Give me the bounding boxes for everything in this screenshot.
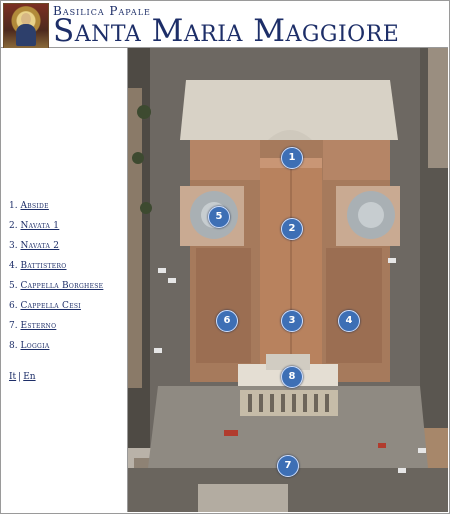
map-marker-8[interactable]: 8	[281, 366, 303, 388]
language-separator: |	[18, 372, 22, 382]
menu-item-number: 4.	[9, 261, 18, 271]
menu-item-cappella-cesi: 6. Cappella Cesi	[9, 301, 103, 321]
menu-item-battistero: 4. Battistero	[9, 261, 103, 281]
map-marker-7[interactable]: 7	[277, 455, 299, 477]
menu-link-cappella-borghese[interactable]: Cappella Borghese	[20, 281, 103, 291]
menu-item-navata-2: 3. Navata 2	[9, 241, 103, 261]
menu-item-esterno: 7. Esterno	[9, 321, 103, 341]
basilica-logo	[3, 3, 49, 49]
menu-link-loggia[interactable]: Loggia	[20, 341, 49, 351]
header: Basilica Papale Santa Maria Maggiore	[1, 1, 448, 49]
map-marker-3[interactable]: 3	[281, 310, 303, 332]
location-menu: 1. Abside 2. Navata 1 3. Navata 2 4. Bat…	[9, 201, 103, 361]
menu-link-navata-2[interactable]: Navata 2	[20, 241, 59, 251]
map-marker-6[interactable]: 6	[216, 310, 238, 332]
aerial-map: 1 2 3 4 5 6 7 8	[128, 48, 448, 512]
menu-item-number: 8.	[9, 341, 18, 351]
page-title: Santa Maria Maggiore	[53, 13, 400, 49]
menu-item-number: 3.	[9, 241, 18, 251]
menu-item-number: 7.	[9, 321, 18, 331]
menu-link-navata-1[interactable]: Navata 1	[20, 221, 59, 231]
menu-link-cappella-cesi[interactable]: Cappella Cesi	[20, 301, 80, 311]
menu-link-abside[interactable]: Abside	[20, 201, 48, 211]
language-switcher: It | En	[9, 372, 36, 382]
map-marker-1[interactable]: 1	[281, 147, 303, 169]
menu-item-number: 6.	[9, 301, 18, 311]
language-en-link[interactable]: En	[23, 372, 35, 382]
menu-item-navata-1: 2. Navata 1	[9, 221, 103, 241]
menu-link-battistero[interactable]: Battistero	[20, 261, 66, 271]
menu-item-number: 2.	[9, 221, 18, 231]
menu-item-cappella-borghese: 5. Cappella Borghese	[9, 281, 103, 301]
menu-item-loggia: 8. Loggia	[9, 341, 103, 361]
aerial-photo	[128, 48, 448, 512]
menu-item-number: 1.	[9, 201, 18, 211]
map-marker-2[interactable]: 2	[281, 218, 303, 240]
menu-item-abside: 1. Abside	[9, 201, 103, 221]
map-marker-4[interactable]: 4	[338, 310, 360, 332]
menu-link-esterno[interactable]: Esterno	[20, 321, 56, 331]
menu-item-number: 5.	[9, 281, 18, 291]
map-marker-5[interactable]: 5	[208, 206, 230, 228]
sidebar: 1. Abside 2. Navata 1 3. Navata 2 4. Bat…	[1, 48, 128, 512]
language-it-link[interactable]: It	[9, 372, 16, 382]
